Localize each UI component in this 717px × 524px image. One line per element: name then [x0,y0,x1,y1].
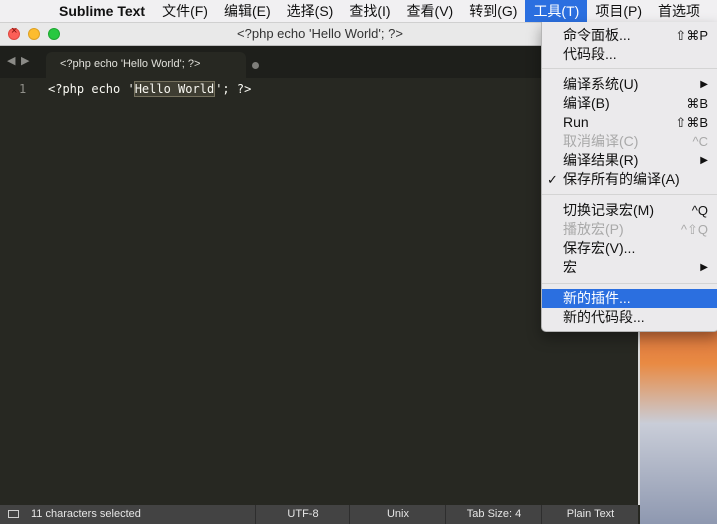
checkmark-icon: ✓ [547,172,558,187]
editor-tab-label: <?php echo 'Hello World'; ?> [60,58,201,70]
submenu-arrow-icon: ▶ [700,79,708,90]
menu-view[interactable]: 查看(V) [399,0,462,22]
menu-item-run[interactable]: Run ⇧⌘B [542,113,717,132]
submenu-arrow-icon: ▶ [700,155,708,166]
menu-item-macros[interactable]: 宏 ▶ [542,258,717,277]
gutter: 1 [0,78,42,98]
menu-project[interactable]: 项目(P) [587,0,650,22]
encoding-selector[interactable]: UTF-8 [255,505,350,524]
menubar-app-name[interactable]: Sublime Text [50,3,154,19]
code-text-after: '; ?> [215,82,252,96]
menu-edit[interactable]: 编辑(E) [216,0,279,22]
menu-item-build-results[interactable]: 编译结果(R) ▶ [542,151,717,170]
syntax-selector[interactable]: Plain Text [541,505,639,524]
menu-item-cancel-build: 取消编译(C) ^C [563,133,708,149]
line-number: 1 [19,82,27,96]
menu-tools[interactable]: 工具(T) [525,0,588,22]
menu-item-record-macro[interactable]: 切换记录宏(M) ^Q [542,201,717,220]
unsaved-dot-icon[interactable] [252,62,259,69]
menu-preferences[interactable]: 首选项 [650,0,708,22]
menu-item-save-macro[interactable]: 保存宏(V)... [542,239,717,258]
line-endings-selector[interactable]: Unix [349,505,446,524]
tools-dropdown-menu: 命令面板... ⇧⌘P 代码段... 编译系统(U) ▶ 编译(B) ⌘B Ru… [541,22,717,332]
selected-text: Hello World [133,81,216,97]
submenu-arrow-icon: ▶ [700,262,708,273]
menu-file[interactable]: 文件(F) [154,0,216,22]
menu-item-build-system[interactable]: 编译系统(U) ▶ [542,75,717,94]
menu-find[interactable]: 查找(I) [341,0,398,22]
menu-selection[interactable]: 选择(S) [279,0,342,22]
status-bar: 11 characters selected UTF-8 Unix Tab Si… [0,505,638,524]
editor-tab[interactable]: <?php echo 'Hello World'; ?> [46,52,259,78]
menu-item-save-all-on-build[interactable]: ✓ 保存所有的编译(A) [542,170,717,189]
menu-item-snippets[interactable]: 代码段... [542,45,717,64]
menu-separator [542,194,717,195]
menu-separator [542,283,717,284]
menu-separator [542,68,717,69]
menu-item-new-snippet[interactable]: 新的代码段... [542,308,717,327]
menu-item-build[interactable]: 编译(B) ⌘B [542,94,717,113]
tab-prev-icon[interactable]: ◀ [7,54,15,67]
macos-menubar: Sublime Text 文件(F) 编辑(E) 选择(S) 查找(I) 查看(… [0,0,717,23]
menu-item-playback-macro: 播放宏(P) ^⇧Q [563,221,708,237]
tab-size-selector[interactable]: Tab Size: 4 [445,505,542,524]
tab-next-icon[interactable]: ▶ [21,54,29,67]
code-line[interactable]: <?php echo 'Hello World'; ?> [48,81,252,97]
menu-item-new-plugin[interactable]: 新的插件... [542,289,717,308]
code-text-before: <?php echo ' [48,82,135,96]
menu-goto[interactable]: 转到(G) [461,0,525,22]
panel-toggle-icon[interactable] [8,510,19,518]
menu-item-command-palette[interactable]: 命令面板... ⇧⌘P [542,26,717,45]
selection-status: 11 characters selected [31,508,141,520]
